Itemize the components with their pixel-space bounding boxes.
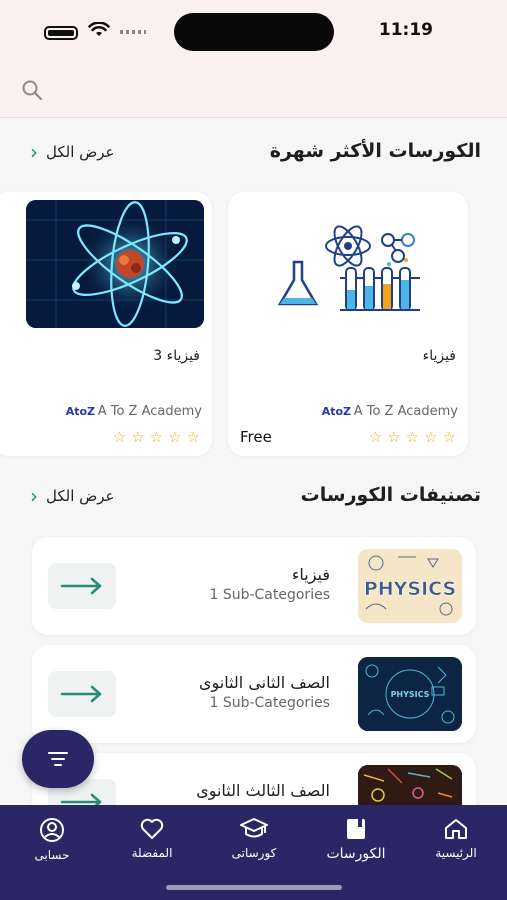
physics-illustration: PHYSICS bbox=[358, 549, 462, 623]
search-icon[interactable] bbox=[20, 78, 44, 102]
view-all-label: عرض الكل bbox=[46, 487, 115, 505]
star-icon: ☆ bbox=[168, 428, 182, 446]
category-card[interactable]: PHYSICS فيزياء 1 Sub-Categories bbox=[32, 537, 476, 635]
category-name: الصف الثانى الثانوى bbox=[198, 673, 330, 692]
home-indicator bbox=[166, 885, 342, 890]
atoz-logo: AtoZ bbox=[65, 404, 96, 418]
filter-button[interactable] bbox=[22, 730, 94, 788]
course-thumbnail bbox=[26, 200, 204, 328]
category-name: فيزياء bbox=[291, 565, 330, 584]
star-icon: ☆ bbox=[368, 428, 383, 446]
course-thumbnail bbox=[236, 200, 460, 328]
category-thumbnail: PHYSICS bbox=[358, 549, 462, 623]
popular-courses-title: الكورسات الأكثر شهرة bbox=[269, 140, 481, 162]
chevron-left-icon: ‹ bbox=[30, 484, 38, 508]
chemistry-flask-illustration bbox=[277, 225, 420, 311]
book-icon bbox=[347, 819, 365, 839]
dynamic-island bbox=[174, 13, 334, 51]
rating-stars: ☆ ☆ ☆ ☆ ☆ bbox=[113, 428, 200, 446]
nav-item-my-courses[interactable]: كورساتى bbox=[208, 817, 300, 860]
graduation-cap-icon bbox=[240, 818, 268, 838]
arrow-right-icon bbox=[60, 577, 102, 595]
home-icon bbox=[445, 819, 467, 839]
thumbnail-text: PHYSICS bbox=[364, 578, 456, 600]
view-all-label: عرض الكل bbox=[46, 143, 115, 161]
star-icon: ☆ bbox=[442, 428, 456, 446]
course-card[interactable]: فيزياء 3 AtoZ A To Z Academy ☆ ☆ ☆ ☆ ☆ bbox=[0, 192, 212, 456]
atoz-logo: AtoZ bbox=[321, 404, 352, 418]
arrow-right-icon bbox=[60, 685, 102, 703]
course-title: فيزياء 3 bbox=[153, 348, 200, 364]
star-icon: ☆ bbox=[131, 428, 145, 446]
battery-icon bbox=[44, 26, 78, 40]
provider-name: A To Z Academy bbox=[353, 404, 458, 419]
category-card[interactable]: PHYSICS الصف الثانى الثانوى 1 Sub-Catego… bbox=[32, 645, 476, 743]
nav-label: المفضلة bbox=[131, 846, 173, 860]
atom-illustration bbox=[26, 200, 204, 328]
nav-item-courses[interactable]: الكورسات bbox=[310, 817, 402, 862]
course-provider: AtoZ A To Z Academy bbox=[322, 404, 458, 419]
categories-title: تصنيفات الكورسات bbox=[300, 484, 481, 506]
user-circle-icon bbox=[40, 818, 64, 842]
nav-item-home[interactable]: الرئيسية bbox=[410, 817, 502, 860]
provider-name: A To Z Academy bbox=[97, 404, 202, 419]
search-bar[interactable] bbox=[0, 62, 507, 118]
status-bar: 11:19 bbox=[0, 0, 507, 62]
category-open-button[interactable] bbox=[48, 563, 116, 609]
heart-icon bbox=[140, 818, 164, 839]
star-icon: ☆ bbox=[112, 428, 127, 446]
course-title: فيزياء bbox=[422, 348, 456, 364]
signal-icon bbox=[120, 30, 146, 34]
category-subtitle: 1 Sub-Categories bbox=[209, 695, 330, 711]
nav-label: كورساتى bbox=[231, 846, 277, 860]
physics-icons-illustration: PHYSICS bbox=[358, 657, 462, 731]
chevron-left-icon: ‹ bbox=[30, 140, 38, 164]
nav-label: حسابى bbox=[34, 848, 70, 862]
category-name: الصف الثالث الثانوى bbox=[196, 781, 330, 800]
rating-stars: ☆ ☆ ☆ ☆ ☆ bbox=[369, 428, 456, 446]
category-open-button[interactable] bbox=[48, 671, 116, 717]
course-price: Free bbox=[240, 428, 272, 446]
nav-item-account[interactable]: حسابى bbox=[6, 817, 98, 862]
star-icon: ☆ bbox=[405, 428, 420, 446]
wifi-icon bbox=[88, 22, 110, 36]
star-icon: ☆ bbox=[387, 428, 401, 446]
category-subtitle: 1 Sub-Categories bbox=[209, 587, 330, 603]
popular-view-all-link[interactable]: عرض الكل ‹ bbox=[30, 142, 115, 162]
category-thumbnail: PHYSICS bbox=[358, 657, 462, 731]
thumbnail-text: PHYSICS bbox=[391, 690, 430, 699]
course-provider: AtoZ A To Z Academy bbox=[66, 404, 202, 419]
filter-icon bbox=[48, 752, 68, 766]
star-icon: ☆ bbox=[186, 428, 200, 446]
star-icon: ☆ bbox=[424, 428, 438, 446]
status-time: 11:19 bbox=[378, 20, 433, 40]
nav-label: الكورسات bbox=[326, 846, 386, 862]
course-card[interactable]: فيزياء AtoZ A To Z Academy ☆ ☆ ☆ ☆ ☆ Fre… bbox=[228, 192, 468, 456]
star-icon: ☆ bbox=[149, 428, 164, 446]
categories-view-all-link[interactable]: عرض الكل ‹ bbox=[30, 486, 115, 506]
nav-label: الرئيسية bbox=[435, 846, 477, 860]
nav-item-favorites[interactable]: المفضلة bbox=[106, 817, 198, 860]
